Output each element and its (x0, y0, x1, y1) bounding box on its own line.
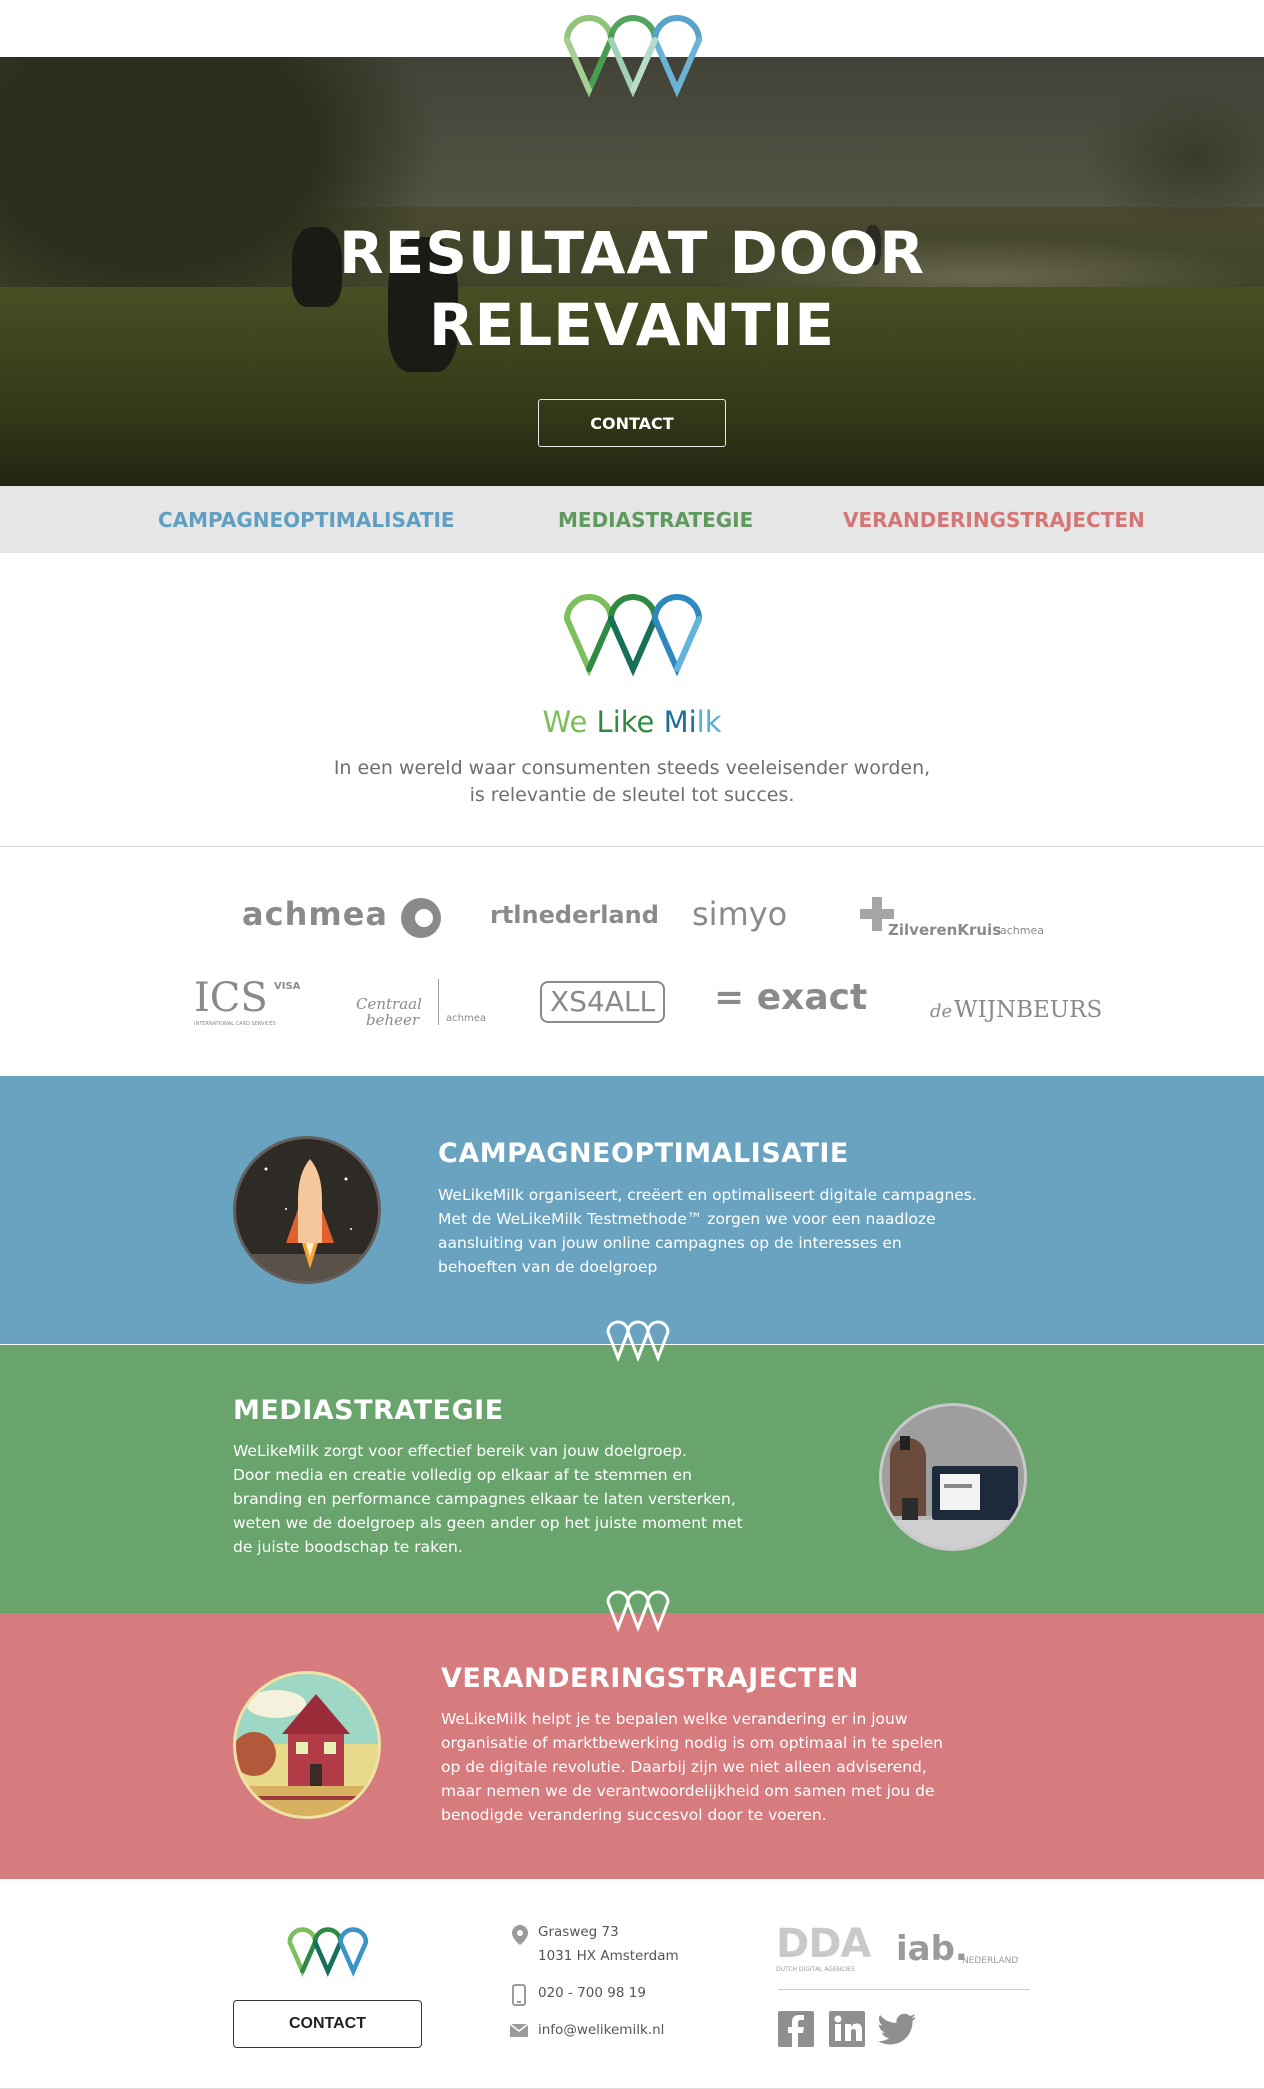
brand-we: We (542, 705, 588, 739)
logo-exact: = exact (714, 977, 868, 1018)
section-campagneoptimalisatie: CAMPAGNEOPTIMALISATIE WeLikeMilk organis… (0, 1076, 1264, 1344)
hero-trees-right (1084, 77, 1264, 237)
twitter-icon[interactable] (878, 2013, 916, 2045)
dda-logo[interactable]: DDA (776, 1921, 871, 1967)
dda-subtitle: DUTCH DIGITAL AGENCIES (776, 1966, 855, 1973)
section-title: CAMPAGNEOPTIMALISATIE (438, 1138, 849, 1169)
logo-simyo: simyo (692, 895, 788, 933)
iab-logo[interactable]: iab. (896, 1929, 968, 1969)
section-nav: CAMPAGNEOPTIMALISATIE MEDIASTRATEGIE VER… (0, 486, 1264, 553)
logo-wijnbeurs: WIJNBEURS (954, 997, 1103, 1023)
logo-ics-visa: VISA (274, 981, 301, 992)
nav-mediastrategie[interactable]: MEDIASTRATEGIE (558, 508, 753, 532)
section-text: WeLikeMilk zorgt voor effectief bereik v… (233, 1442, 743, 1556)
mail-icon (510, 2024, 528, 2037)
iab-subtitle: NEDERLAND (962, 1956, 1019, 1966)
logo-rtlnederland: rtlnederland (490, 901, 659, 929)
nav-veranderingstrajecten[interactable]: VERANDERINGSTRAJECTEN (843, 508, 1145, 532)
section-text: WeLikeMilk organiseert, creëert en optim… (438, 1186, 977, 1276)
logo-xs4all: XS4ALL (540, 981, 666, 1023)
logo-zilverenkruis: ZilverenKruis (888, 921, 1002, 939)
welikemilk-logo-large (564, 594, 703, 677)
nav-campagneoptimalisatie[interactable]: CAMPAGNEOPTIMALISATIE (158, 508, 455, 532)
welikemilk-logo[interactable] (557, 10, 713, 102)
house-illustration (233, 1671, 381, 1819)
rocket-icon (236, 1159, 378, 1281)
logo-zilverenkruis-achmea: achmea (1000, 924, 1044, 937)
logo-ics-subtitle: INTERNATIONAL CARD SERVICES (194, 1021, 276, 1027)
brand-milk-mi: Mi (663, 705, 697, 739)
centraal-beheer-divider (438, 979, 439, 1025)
section-mediastrategie: MEDIASTRATEGIE WeLikeMilk zorgt voor eff… (0, 1345, 1264, 1613)
logo-wijnbeurs-de: de (930, 1001, 953, 1022)
section-text: WeLikeMilk helpt je te bepalen welke ver… (441, 1710, 943, 1824)
logo-centraal-achmea: achmea (446, 1013, 486, 1024)
logo-beheer: beheer (366, 1011, 420, 1029)
tagline-line2: is relevantie de sleutel tot succes. (469, 784, 795, 806)
laptop-illustration (879, 1403, 1027, 1551)
hero-title-line2: RELEVANTIE (428, 291, 835, 359)
separator-logo-icon (606, 1320, 670, 1363)
section-title: MEDIASTRATEGIE (233, 1395, 504, 1426)
section-veranderingstrajecten: VERANDERINGSTRAJECTEN WeLikeMilk helpt j… (0, 1613, 1264, 1881)
tagline-line1: In een wereld waar consumenten steeds ve… (333, 757, 931, 779)
brand-milk-lk: lk (696, 705, 722, 739)
rocket-illustration (233, 1136, 381, 1284)
location-pin-icon (512, 1925, 528, 1945)
hero-banner: RESULTAAT DOOR RELEVANTIE CONTACT (0, 57, 1264, 486)
tagline: In een wereld waar consumenten steeds ve… (0, 755, 1264, 809)
phone-number[interactable]: 020 - 700 98 19 (538, 1985, 646, 2001)
footer-contact-button[interactable]: CONTACT (233, 2000, 422, 2048)
address-line1: Grasweg 73 (538, 1924, 619, 1940)
intro-section: We Like Milk In een wereld waar consumen… (0, 553, 1264, 847)
logo-ics: ICS (194, 975, 268, 1021)
linkedin-icon[interactable] (829, 2011, 865, 2047)
phone-icon (512, 1984, 526, 2006)
footer: CONTACT Grasweg 73 1031 HX Amsterdam 020… (0, 1879, 1264, 2089)
footer-logo[interactable] (284, 1924, 374, 1979)
email-address[interactable]: info@welikemilk.nl (538, 2022, 664, 2038)
brand-name: We Like Milk (0, 705, 1264, 739)
hero-title: RESULTAAT DOOR RELEVANTIE (0, 217, 1264, 361)
address-line2: 1031 HX Amsterdam (538, 1948, 679, 1964)
footer-divider (778, 1989, 1030, 1990)
house-icon (236, 1674, 378, 1816)
achmea-mark-icon (401, 898, 441, 938)
laptop-icon (882, 1406, 1024, 1548)
facebook-icon[interactable] (778, 2011, 814, 2047)
brand-like: Like (596, 705, 655, 739)
hero-title-line1: RESULTAAT DOOR (338, 219, 925, 287)
logo-achmea: achmea (242, 895, 388, 933)
client-logos: achmea rtlnederland simyo ZilverenKruis … (0, 847, 1264, 1076)
hero-contact-button[interactable]: CONTACT (538, 399, 726, 447)
separator-logo-icon (606, 1590, 670, 1633)
section-title: VERANDERINGSTRAJECTEN (441, 1663, 859, 1694)
